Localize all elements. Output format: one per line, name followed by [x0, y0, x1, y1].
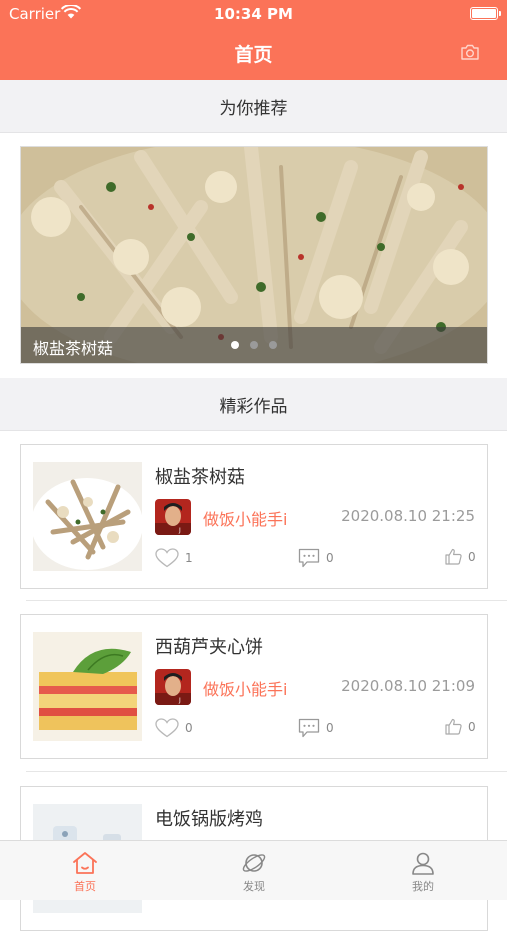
- work-title: 电饭锅版烤鸡: [155, 809, 263, 830]
- tab-mine[interactable]: 我的: [363, 841, 483, 901]
- recommend-header-label: 为你推荐: [219, 98, 288, 119]
- banner-caption: 椒盐茶树菇: [33, 339, 114, 358]
- banner-caption-bar: 椒盐茶树菇: [21, 327, 487, 363]
- status-bar: Carrier 10:34 PM: [0, 0, 507, 28]
- work-title: 西葫芦夹心饼: [155, 637, 263, 658]
- thumbs-up-count: 0: [468, 719, 476, 734]
- work-title: 椒盐茶树菇: [155, 467, 245, 488]
- page-dot[interactable]: [269, 341, 277, 349]
- camera-icon[interactable]: [461, 44, 479, 60]
- clock: 10:34 PM: [214, 5, 293, 23]
- recommend-banner[interactable]: 椒盐茶树菇: [20, 146, 488, 364]
- battery-icon: [470, 7, 501, 20]
- like-stat[interactable]: 0: [155, 718, 193, 738]
- tab-bar: 首页 发现 我的: [0, 840, 507, 900]
- work-thumbnail: [33, 462, 142, 571]
- svg-text:J: J: [178, 697, 181, 704]
- tab-home[interactable]: 首页: [25, 841, 145, 901]
- page-title: 首页: [234, 44, 273, 66]
- page-indicator[interactable]: [231, 341, 277, 349]
- thumbs-up-count: 0: [468, 549, 476, 564]
- like-count: 0: [185, 721, 193, 735]
- work-thumbnail: [33, 632, 142, 741]
- thumbs-up-icon: [445, 718, 462, 735]
- comment-stat[interactable]: 0: [298, 718, 334, 738]
- planet-icon: [242, 854, 266, 872]
- divider: [26, 771, 507, 772]
- comment-icon: [298, 718, 320, 738]
- tab-mine-label: 我的: [412, 880, 434, 893]
- comment-count: 0: [326, 551, 334, 565]
- thumbs-up-icon: [445, 548, 462, 565]
- work-card[interactable]: 椒盐茶树菇 J 做饭小能手i 2020.08.10 21:25 1 0 0: [20, 444, 488, 589]
- thumbs-up-stat[interactable]: 0: [445, 718, 476, 735]
- like-stat[interactable]: 1: [155, 548, 193, 568]
- tab-home-label: 首页: [74, 880, 96, 893]
- svg-text:J: J: [178, 527, 181, 534]
- thumbs-up-stat[interactable]: 0: [445, 548, 476, 565]
- author-avatar[interactable]: J: [155, 669, 191, 705]
- divider: [26, 600, 507, 601]
- author-name[interactable]: 做饭小能手i: [203, 506, 287, 530]
- author-avatar[interactable]: J: [155, 499, 191, 535]
- works-section-header: 精彩作品: [0, 378, 507, 431]
- recommend-section-header: 为你推荐: [0, 80, 507, 133]
- heart-icon: [155, 548, 179, 568]
- tab-discover-label: 发现: [243, 880, 265, 893]
- home-icon: [73, 852, 97, 874]
- comment-count: 0: [326, 721, 334, 735]
- comment-icon: [298, 548, 320, 568]
- author-name[interactable]: 做饭小能手i: [203, 676, 287, 700]
- heart-icon: [155, 718, 179, 738]
- post-date: 2020.08.10 21:25: [341, 507, 475, 525]
- post-date: 2020.08.10 21:09: [341, 677, 475, 695]
- tab-discover[interactable]: 发现: [194, 841, 314, 901]
- user-icon: [412, 852, 434, 875]
- like-count: 1: [185, 551, 193, 565]
- comment-stat[interactable]: 0: [298, 548, 334, 568]
- page-dot[interactable]: [250, 341, 258, 349]
- page-dot[interactable]: [231, 341, 239, 349]
- nav-bar: 首页: [0, 28, 507, 80]
- work-card[interactable]: 西葫芦夹心饼 J 做饭小能手i 2020.08.10 21:09 0 0 0: [20, 614, 488, 759]
- works-header-label: 精彩作品: [219, 396, 288, 417]
